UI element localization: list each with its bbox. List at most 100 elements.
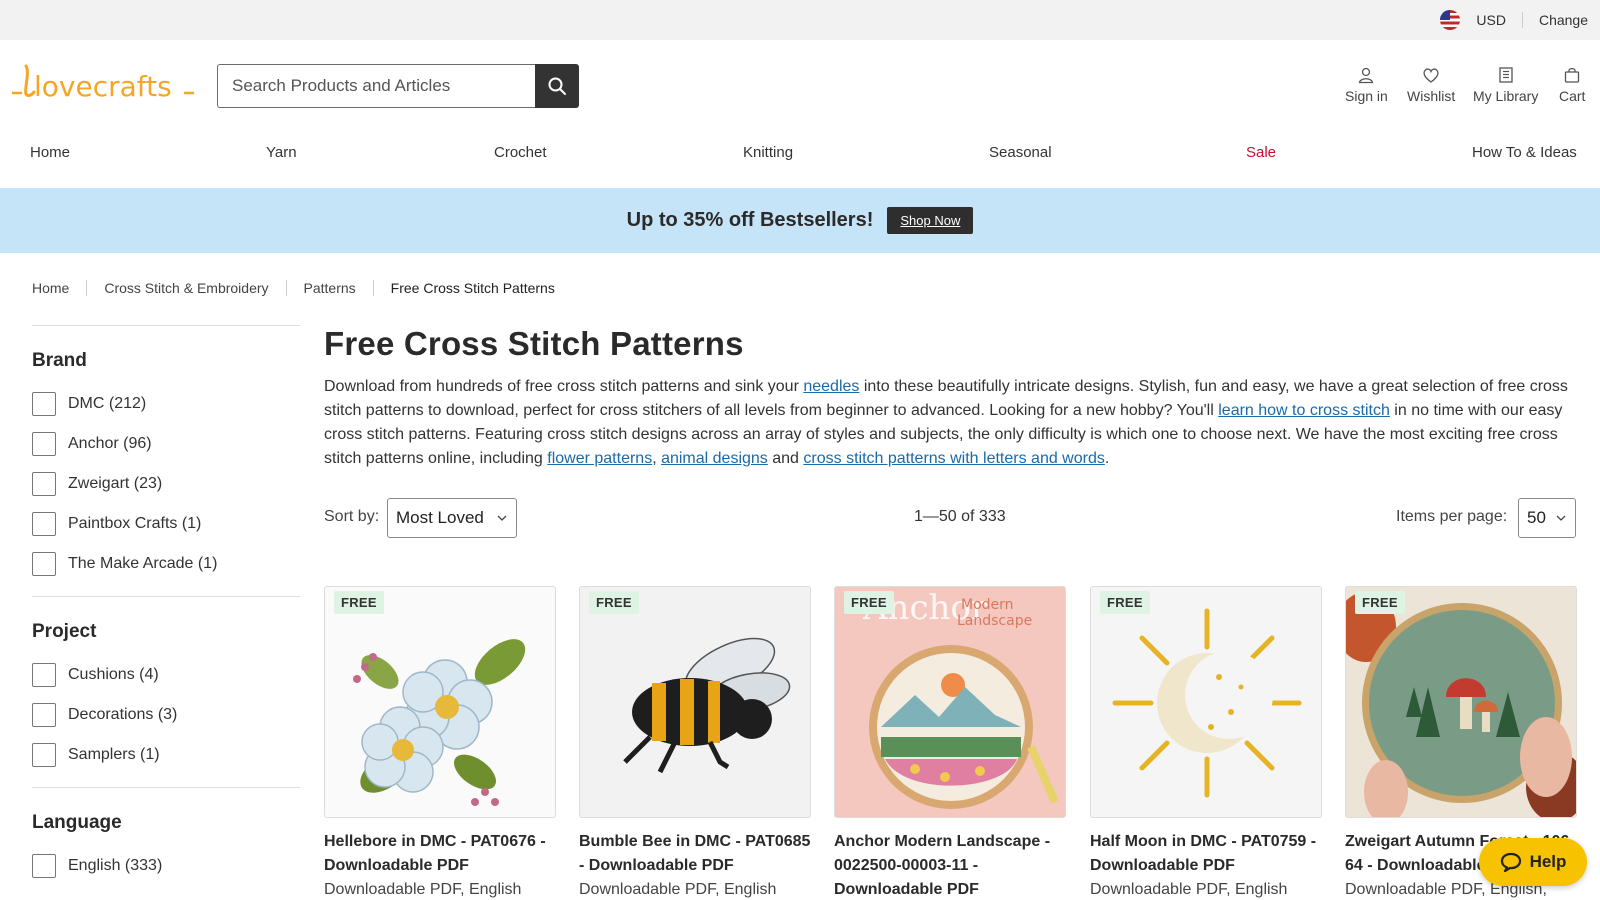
product-image-bumble-bee[interactable]: FREE [579,586,811,818]
checkbox[interactable] [32,663,56,687]
flower-patterns-link[interactable]: flower patterns [547,450,652,467]
product-image-autumn-forest[interactable]: FREE [1345,586,1577,818]
utility-bar: USD Change [0,0,1600,40]
intro-text-part: . [1104,450,1110,467]
breadcrumb-divider [372,280,374,296]
checkbox[interactable] [32,392,56,416]
cart-button[interactable]: Cart [1559,66,1585,104]
nav-how-to-ideas[interactable]: How To & Ideas [1472,144,1577,161]
breadcrumb-patterns[interactable]: Patterns [304,280,356,296]
wishlist-button[interactable]: Wishlist [1407,66,1455,104]
checkbox[interactable] [32,743,56,767]
filter-option-english[interactable]: English (333) [32,846,300,886]
cart-label: Cart [1559,88,1586,104]
breadcrumb-home[interactable]: Home [32,280,69,296]
product-title[interactable]: Anchor Modern Landscape - 0022500-00003-… [834,830,1066,900]
checkbox[interactable] [32,552,56,576]
nav-knitting[interactable]: Knitting [743,144,793,161]
wishlist-label: Wishlist [1407,88,1456,104]
filter-option-dmc[interactable]: DMC (212) [32,384,300,424]
breadcrumb-divider [285,280,287,296]
animal-designs-link[interactable]: animal designs [661,450,768,467]
help-button[interactable]: Help [1479,838,1587,886]
learn-cross-stitch-link[interactable]: learn how to cross stitch [1218,402,1390,419]
filter-option-label: Cushions (4) [68,666,159,683]
my-library-button[interactable]: My Library [1473,66,1538,104]
filter-option-label: Samplers (1) [68,746,160,763]
change-currency-link[interactable]: Change [1539,12,1588,28]
main-content: Free Cross Stitch Patterns Download from… [324,325,1576,538]
sign-in-label: Sign in [1345,88,1388,104]
user-icon [1359,67,1374,84]
main-navigation: Home Yarn Crochet Knitting Seasonal Sale… [0,138,1600,170]
intro-text-part: Download from hundreds of free cross sti… [324,378,804,395]
checkbox[interactable] [32,472,56,496]
product-card[interactable]: FREE Bumble Bee in DMC - PAT0685 - Downl… [579,586,811,900]
filter-group-project: Project Cushions (4) Decorations (3) Sam… [32,597,300,787]
search-button[interactable] [535,64,579,108]
search-bar [217,64,579,108]
chevron-down-icon [1556,515,1566,521]
product-image-half-moon[interactable]: FREE [1090,586,1322,818]
product-title[interactable]: Half Moon in DMC - PAT0759 - Downloadabl… [1090,830,1322,878]
filter-option-anchor[interactable]: Anchor (96) [32,424,300,464]
promo-banner: Up to 35% off Bestsellers! Shop Now [0,188,1600,253]
free-badge: FREE [1100,591,1150,614]
filter-option-make-arcade[interactable]: The Make Arcade (1) [32,544,300,584]
logo-text: lovecrafts [34,70,172,103]
checkbox[interactable] [32,703,56,727]
product-title[interactable]: Hellebore in DMC - PAT0676 - Downloadabl… [324,830,556,878]
library-icon [1499,67,1513,83]
filter-option-label: English (333) [68,857,163,874]
product-image-hellebore[interactable]: FREE [324,586,556,818]
checkbox[interactable] [32,854,56,878]
needles-link[interactable]: needles [803,378,859,395]
help-label: Help [1529,852,1567,871]
product-card[interactable]: Anchor Modern Landscape FREE Anchor Mode… [834,586,1066,900]
breadcrumb-cross-stitch[interactable]: Cross Stitch & Embroidery [104,280,268,296]
lovecrafts-logo[interactable]: lovecrafts [12,62,194,108]
filter-group-language: Language English (333) [32,788,300,898]
product-title[interactable]: Bumble Bee in DMC - PAT0685 - Downloadab… [579,830,811,878]
us-flag-icon[interactable] [1440,10,1461,30]
image-subtitle-text: Landscape [957,613,1032,629]
filter-option-zweigart[interactable]: Zweigart (23) [32,464,300,504]
filter-title: Brand [32,350,87,371]
checkbox[interactable] [32,512,56,536]
breadcrumb-current: Free Cross Stitch Patterns [390,280,555,296]
search-input[interactable] [217,64,535,108]
nav-seasonal[interactable]: Seasonal [989,144,1052,161]
site-header: lovecrafts Sign in Wishlist My Library C… [0,40,1600,130]
items-per-page-select[interactable]: 50 [1518,498,1576,538]
product-card[interactable]: FREE Hellebore in DMC - PAT0676 - Downlo… [324,586,556,900]
nav-sale[interactable]: Sale [1246,144,1276,161]
bag-icon [1565,67,1580,83]
shop-now-button[interactable]: Shop Now [887,207,974,234]
free-badge: FREE [589,591,639,614]
filter-group-brand: Brand DMC (212) Anchor (96) Zweigart (23… [32,326,300,596]
nav-yarn[interactable]: Yarn [266,144,297,161]
currency-label[interactable]: USD [1476,12,1506,28]
filter-option-samplers[interactable]: Samplers (1) [32,735,300,775]
sign-in-button[interactable]: Sign in [1345,66,1388,104]
filter-option-label: Anchor (96) [68,435,152,452]
hellebore-illustration [353,639,526,806]
nav-crochet[interactable]: Crochet [494,144,547,161]
filter-option-paintbox-crafts[interactable]: Paintbox Crafts (1) [32,504,300,544]
filter-option-decorations[interactable]: Decorations (3) [32,695,300,735]
sort-select[interactable]: Most Loved [387,498,517,538]
free-badge: FREE [844,591,894,614]
filter-option-label: The Make Arcade (1) [68,555,218,572]
product-meta: Downloadable PDF, English [579,881,777,898]
items-per-page-label: Items per page: [1396,508,1508,525]
checkbox[interactable] [32,432,56,456]
promo-text: Up to 35% off Bestsellers! [626,209,874,231]
image-subtitle-text: Modern [961,597,1014,613]
letters-words-link[interactable]: cross stitch patterns with letters and w… [803,450,1104,467]
nav-home[interactable]: Home [30,144,70,161]
half-moon-illustration [1112,608,1302,798]
product-meta: Downloadable PDF, English [1090,881,1288,898]
product-image-anchor-landscape[interactable]: Anchor Modern Landscape FREE [834,586,1066,818]
product-card[interactable]: FREE Half Moon in DMC - PAT0759 - Downlo… [1090,586,1322,900]
filter-option-cushions[interactable]: Cushions (4) [32,655,300,695]
